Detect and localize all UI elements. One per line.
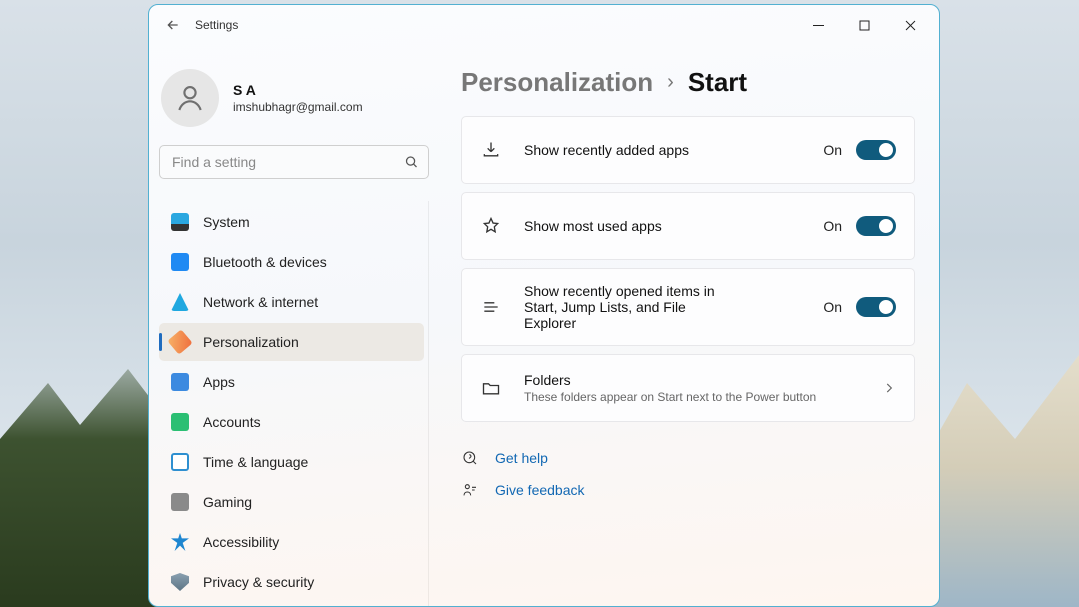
toggle-state: On — [823, 299, 842, 315]
search-icon — [404, 155, 419, 170]
back-button[interactable] — [159, 11, 187, 39]
setting-sublabel: These folders appear on Start next to th… — [524, 390, 882, 404]
setting-recently-added: Show recently added apps On — [461, 116, 915, 184]
setting-most-used: Show most used apps On — [461, 192, 915, 260]
setting-label: Folders — [524, 372, 882, 388]
display-icon — [171, 213, 189, 231]
setting-recent-items: Show recently opened items in Start, Jum… — [461, 268, 915, 346]
wallpaper-trees — [0, 327, 160, 607]
close-button[interactable] — [887, 9, 933, 41]
get-help-link[interactable]: Get help — [495, 450, 548, 466]
feedback-icon — [461, 481, 479, 499]
sidebar-item-label: Personalization — [203, 334, 299, 350]
sidebar-item-system[interactable]: System — [159, 203, 424, 241]
sidebar-item-label: Privacy & security — [203, 574, 314, 590]
nav-list: System Bluetooth & devices Network & int… — [159, 201, 429, 606]
sidebar-item-label: Accessibility — [203, 534, 279, 550]
sidebar: S A imshubhagr@gmail.com System Bluetoot… — [149, 45, 439, 606]
sidebar-item-accounts[interactable]: Accounts — [159, 403, 424, 441]
sidebar-item-label: Time & language — [203, 454, 308, 470]
search-box — [159, 145, 429, 179]
chevron-right-icon: › — [667, 71, 674, 94]
setting-label: Show recently opened items in Start, Jum… — [524, 283, 734, 331]
wifi-icon — [171, 293, 189, 311]
sidebar-item-label: Accounts — [203, 414, 261, 430]
download-icon — [480, 139, 502, 161]
sidebar-item-apps[interactable]: Apps — [159, 363, 424, 401]
sidebar-item-bluetooth[interactable]: Bluetooth & devices — [159, 243, 424, 281]
toggle-most-used[interactable] — [856, 216, 896, 236]
settings-window: Settings S A imshubhagr@gmail.com — [148, 4, 940, 607]
quick-links: Get help Give feedback — [461, 442, 915, 506]
toggle-recently-added[interactable] — [856, 140, 896, 160]
app-title: Settings — [195, 18, 238, 32]
page-title: Start — [688, 67, 747, 98]
sidebar-item-network[interactable]: Network & internet — [159, 283, 424, 321]
toggle-recent-items[interactable] — [856, 297, 896, 317]
window-controls — [795, 9, 933, 41]
sidebar-item-label: System — [203, 214, 250, 230]
shield-icon — [171, 573, 189, 591]
give-feedback-link[interactable]: Give feedback — [495, 482, 585, 498]
setting-folders[interactable]: Folders These folders appear on Start ne… — [461, 354, 915, 422]
toggle-state: On — [823, 218, 842, 234]
list-icon — [480, 296, 502, 318]
breadcrumb-parent[interactable]: Personalization — [461, 67, 653, 98]
breadcrumb: Personalization › Start — [461, 67, 915, 98]
accessibility-icon — [171, 533, 189, 551]
person-icon — [171, 413, 189, 431]
search-input[interactable] — [159, 145, 429, 179]
sidebar-item-privacy[interactable]: Privacy & security — [159, 563, 424, 601]
sidebar-item-label: Gaming — [203, 494, 252, 510]
avatar — [161, 69, 219, 127]
toggle-state: On — [823, 142, 842, 158]
star-icon — [480, 215, 502, 237]
brush-icon — [167, 329, 192, 354]
sidebar-item-label: Apps — [203, 374, 235, 390]
apps-icon — [171, 373, 189, 391]
chevron-right-icon — [882, 381, 896, 395]
setting-label: Show most used apps — [524, 218, 823, 234]
help-link-row: Get help — [461, 442, 915, 474]
profile[interactable]: S A imshubhagr@gmail.com — [161, 69, 429, 127]
feedback-link-row: Give feedback — [461, 474, 915, 506]
sidebar-item-time[interactable]: Time & language — [159, 443, 424, 481]
profile-email: imshubhagr@gmail.com — [233, 100, 363, 114]
clock-icon — [171, 453, 189, 471]
sidebar-item-personalization[interactable]: Personalization — [159, 323, 424, 361]
minimize-button[interactable] — [795, 9, 841, 41]
titlebar: Settings — [149, 5, 939, 45]
help-icon — [461, 449, 479, 467]
profile-name: S A — [233, 82, 363, 98]
maximize-button[interactable] — [841, 9, 887, 41]
bluetooth-icon — [171, 253, 189, 271]
sidebar-item-label: Bluetooth & devices — [203, 254, 327, 270]
folder-icon — [480, 377, 502, 399]
setting-label: Show recently added apps — [524, 142, 823, 158]
sidebar-item-gaming[interactable]: Gaming — [159, 483, 424, 521]
sidebar-item-label: Network & internet — [203, 294, 318, 310]
content-pane: Personalization › Start Show recently ad… — [439, 45, 939, 606]
sidebar-item-accessibility[interactable]: Accessibility — [159, 523, 424, 561]
gamepad-icon — [171, 493, 189, 511]
wallpaper-dunes — [919, 327, 1079, 607]
